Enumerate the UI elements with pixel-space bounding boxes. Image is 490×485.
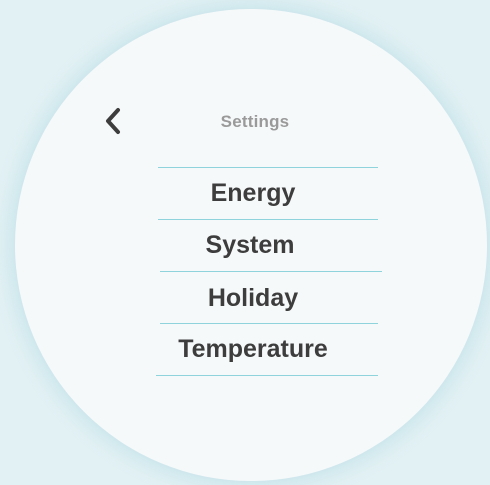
menu-item-energy[interactable]: Energy [153,178,353,208]
page-title: Settings [220,112,290,131]
divider [158,167,378,168]
divider [158,219,378,220]
divider [160,271,382,272]
thermostat-screen: Settings Energy System Holiday Temperatu… [0,0,490,485]
menu-item-temperature[interactable]: Temperature [143,334,363,364]
divider [160,323,378,324]
menu-item-holiday[interactable]: Holiday [153,283,353,313]
menu-item-system[interactable]: System [150,230,350,260]
chevron-left-icon [103,107,123,140]
divider [156,375,378,376]
back-button[interactable] [96,106,130,140]
